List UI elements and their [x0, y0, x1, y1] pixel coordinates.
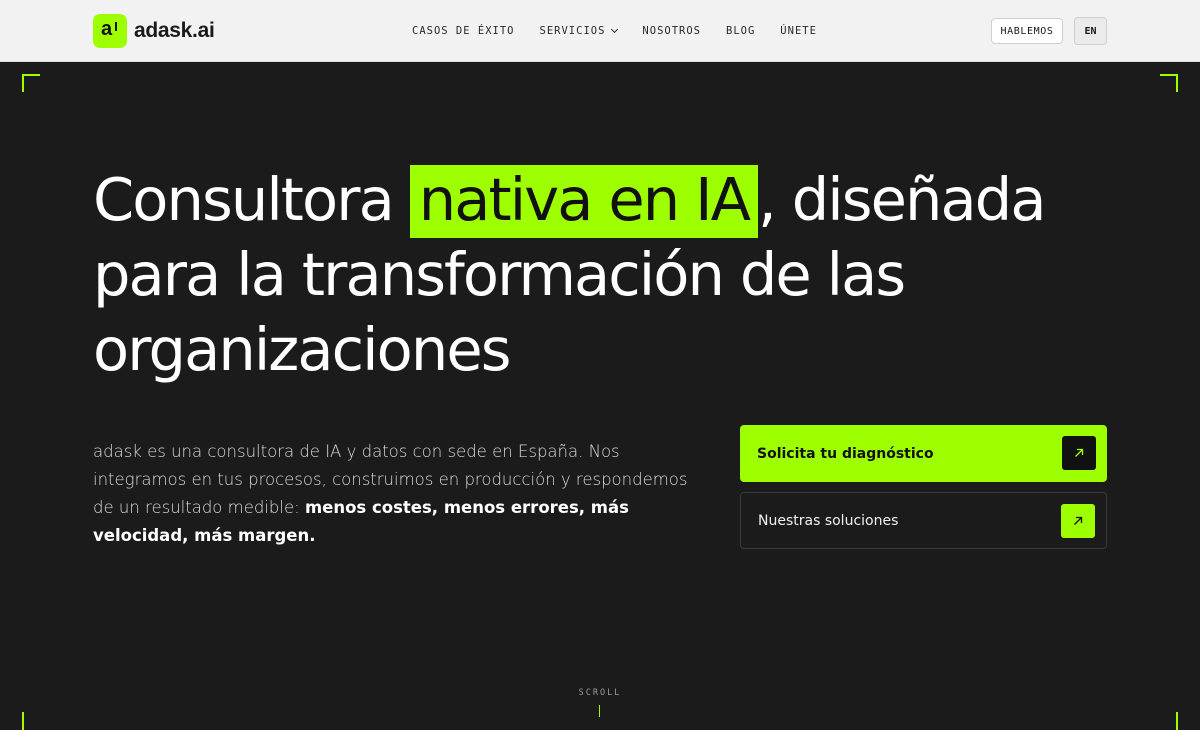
site-header: a adask.ai CASOS DE ÉXITO SERVICIOS NOSO…	[0, 0, 1200, 62]
request-diagnosis-button[interactable]: Solicita tu diagnóstico	[740, 425, 1107, 482]
brand-name: adask.ai	[134, 19, 215, 42]
hablemos-button[interactable]: HABLEMOS	[991, 18, 1063, 44]
corner-bracket-top-right	[1160, 74, 1178, 92]
hero-section: Consultora nativa en IA, diseñada para l…	[0, 62, 1200, 730]
nav-item-label: CASOS DE ÉXITO	[412, 25, 515, 37]
our-solutions-label: Nuestras soluciones	[758, 512, 899, 529]
hero-headline: Consultora nativa en IA, diseñada para l…	[93, 162, 1123, 387]
our-solutions-button[interactable]: Nuestras soluciones	[740, 492, 1107, 549]
scroll-indicator-label: SCROLL	[578, 688, 622, 698]
arrow-up-right-icon	[1061, 504, 1095, 538]
nav-item-label: ÚNETE	[780, 25, 817, 37]
nav-item-unete[interactable]: ÚNETE	[780, 25, 817, 37]
nav-item-blog[interactable]: BLOG	[726, 25, 755, 37]
nav-item-label: NOSOTROS	[642, 25, 701, 37]
main-nav: CASOS DE ÉXITO SERVICIOS NOSOTROS BLOG Ú…	[412, 0, 842, 62]
corner-bracket-bottom-right	[1160, 712, 1178, 730]
logo-mark-icon: a	[93, 14, 127, 48]
nav-item-label: SERVICIOS	[539, 25, 606, 37]
language-toggle-button[interactable]: EN	[1074, 17, 1107, 45]
nav-item-nosotros[interactable]: NOSOTROS	[642, 25, 701, 37]
logo-mark-letter: a	[101, 18, 113, 40]
scroll-indicator-line	[599, 705, 600, 717]
brand-logo[interactable]: a adask.ai	[93, 14, 215, 48]
hero-description: adask es una consultora de IA y datos co…	[93, 438, 703, 550]
headline-text-start: Consultora	[93, 165, 410, 234]
chevron-down-icon	[611, 25, 619, 34]
nav-item-casos-de-exito[interactable]: CASOS DE ÉXITO	[412, 25, 515, 37]
corner-bracket-bottom-left	[22, 712, 40, 730]
nav-item-servicios[interactable]: SERVICIOS	[539, 25, 619, 37]
headline-highlight: nativa en IA	[409, 165, 759, 238]
arrow-up-right-icon	[1062, 436, 1096, 470]
nav-item-label: BLOG	[726, 25, 756, 37]
corner-bracket-top-left	[22, 74, 40, 92]
request-diagnosis-label: Solicita tu diagnóstico	[757, 445, 934, 462]
logo-mark-tick	[115, 22, 117, 31]
